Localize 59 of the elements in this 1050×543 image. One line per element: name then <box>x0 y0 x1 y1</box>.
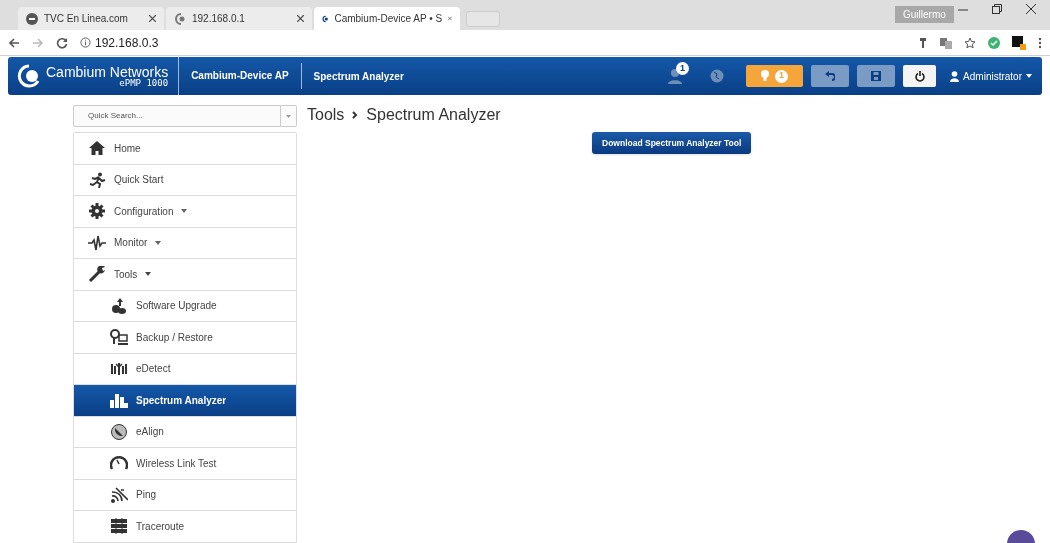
menu-item[interactable]: Home <box>74 133 296 165</box>
traceroute-icon <box>110 518 128 535</box>
alert-count: 1 <box>775 69 789 83</box>
undo-button[interactable] <box>811 65 850 87</box>
breadcrumb-link[interactable]: Tools <box>307 105 345 125</box>
caret-icon <box>1026 74 1032 78</box>
menu-item[interactable]: Spectrum Analyzer <box>74 385 296 417</box>
check-extension-icon[interactable] <box>988 36 1000 49</box>
close-icon[interactable] <box>297 15 304 22</box>
power-button[interactable] <box>903 65 937 87</box>
page-name[interactable]: Spectrum Analyzer <box>301 68 416 84</box>
chevron-icon <box>352 111 359 119</box>
logo-icon <box>16 64 42 88</box>
gear-icon <box>88 203 106 220</box>
wrench-icon <box>88 266 106 283</box>
url-text: 192.168.0.3 <box>95 34 159 52</box>
antenna-icon <box>110 360 128 377</box>
save-button[interactable] <box>857 65 896 87</box>
download-button[interactable]: Download Spectrum Analyzer Tool <box>592 132 752 154</box>
upload-icon <box>110 297 128 314</box>
device-name[interactable]: Cambium-Device AP <box>179 63 302 89</box>
star-icon[interactable] <box>964 36 976 49</box>
user-menu[interactable]: Administrator <box>950 68 1032 84</box>
dropdown-icon <box>286 114 291 118</box>
quick-search-field[interactable]: Quick Search... <box>73 105 281 127</box>
gauge-icon <box>110 455 128 472</box>
bulb-icon <box>761 70 770 82</box>
dish-icon <box>110 423 128 440</box>
browser-tab[interactable]: 192.168.0.1 <box>166 7 312 30</box>
user-icon <box>950 70 960 82</box>
breadcrumb-current: Spectrum Analyzer <box>366 105 501 125</box>
brand-name: Cambium Networks <box>46 64 169 79</box>
power-icon <box>914 70 925 82</box>
pulse-icon <box>88 234 106 251</box>
key-icon[interactable] <box>918 36 928 49</box>
close-icon[interactable] <box>1026 4 1036 14</box>
browser-tab[interactable]: Cambium-Device AP • S <box>314 7 460 30</box>
browser-tab[interactable]: TVC En Linea.com <box>18 7 164 30</box>
avatar-icon[interactable] <box>1007 530 1035 543</box>
tab-logo-icon <box>26 12 38 25</box>
menu-icon[interactable] <box>1038 36 1042 49</box>
notification-badge: 1 <box>676 62 690 75</box>
info-icon <box>80 37 91 48</box>
extension-icon[interactable] <box>1012 35 1026 50</box>
back-icon[interactable] <box>8 36 20 49</box>
tab-logo-icon <box>174 12 186 25</box>
ping-icon <box>110 486 128 503</box>
address-bar[interactable]: 192.168.0.3 <box>80 31 906 54</box>
undo-icon <box>825 71 836 81</box>
bar-chart-icon <box>110 392 128 409</box>
restore-icon[interactable] <box>992 4 1002 14</box>
save-icon <box>871 71 882 81</box>
model-name: ePMP 1000 <box>119 78 169 88</box>
translate-icon[interactable] <box>940 36 952 49</box>
reload-icon[interactable] <box>56 36 68 49</box>
backup-icon <box>110 329 128 346</box>
home-icon <box>88 140 106 157</box>
close-icon[interactable] <box>149 15 156 22</box>
runner-icon <box>88 171 106 188</box>
